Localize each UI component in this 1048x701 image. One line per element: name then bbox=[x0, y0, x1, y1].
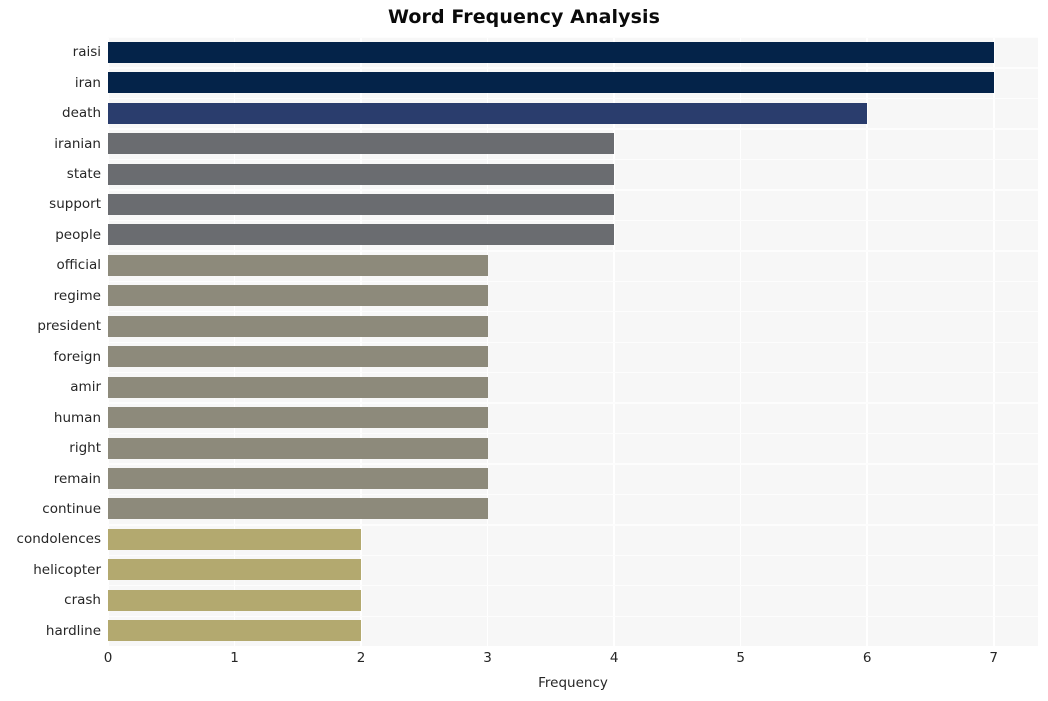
bar bbox=[108, 254, 488, 276]
x-axis-tick-label: 1 bbox=[230, 650, 239, 666]
bar bbox=[108, 315, 488, 337]
y-axis-tick-label: regime bbox=[53, 287, 101, 304]
bar bbox=[108, 528, 362, 550]
bar bbox=[108, 285, 488, 307]
y-gridline bbox=[108, 463, 1038, 465]
y-gridline bbox=[108, 311, 1038, 313]
y-axis-tick-label: hardline bbox=[45, 622, 101, 639]
y-axis-tick-label: helicopter bbox=[33, 561, 101, 578]
y-gridline bbox=[108, 189, 1038, 191]
bar bbox=[108, 72, 994, 94]
bar bbox=[108, 102, 868, 124]
x-axis-tick-label: 3 bbox=[483, 650, 492, 666]
bar bbox=[108, 498, 488, 520]
y-axis-tick-label: president bbox=[37, 318, 101, 335]
y-axis-tick-label: raisi bbox=[72, 44, 101, 61]
bar bbox=[108, 437, 488, 459]
bar bbox=[108, 468, 488, 490]
y-gridline bbox=[108, 432, 1038, 435]
plot-area bbox=[108, 37, 1038, 646]
y-gridline bbox=[108, 341, 1038, 343]
y-gridline bbox=[108, 554, 1038, 557]
y-axis-tick-label: foreign bbox=[53, 348, 101, 365]
y-gridline bbox=[108, 128, 1038, 130]
bar bbox=[108, 559, 362, 581]
y-axis-tick-label: crash bbox=[64, 592, 101, 609]
bar bbox=[108, 133, 615, 155]
y-axis-tick-label: support bbox=[49, 196, 101, 213]
y-gridline bbox=[108, 585, 1038, 587]
y-axis-tick-label: state bbox=[66, 166, 101, 183]
word-frequency-chart: Word Frequency Analysis raisi iran death ir… bbox=[0, 0, 1048, 701]
y-axis-tick-label: iran bbox=[74, 74, 101, 91]
y-axis-tick-labels: raisi iran death iranian state support people o… bbox=[0, 37, 101, 646]
x-axis-tick-label: 7 bbox=[989, 650, 998, 666]
y-gridline bbox=[108, 37, 1038, 39]
y-axis-tick-label: right bbox=[69, 440, 101, 457]
bar bbox=[108, 41, 994, 63]
y-gridline bbox=[108, 219, 1038, 222]
x-axis-tick-label: 6 bbox=[862, 650, 872, 666]
y-gridline bbox=[108, 524, 1038, 526]
y-gridline bbox=[108, 250, 1038, 252]
bar bbox=[108, 163, 615, 185]
y-gridline bbox=[108, 615, 1038, 617]
y-gridline bbox=[108, 158, 1038, 161]
y-gridline bbox=[108, 67, 1038, 69]
bar bbox=[108, 407, 488, 429]
y-axis-tick-label: death bbox=[62, 105, 101, 122]
y-gridline bbox=[108, 280, 1038, 282]
x-axis-tick-label: 4 bbox=[609, 650, 619, 666]
x-axis-title: Frequency bbox=[538, 675, 608, 691]
x-axis-tick-label: 5 bbox=[736, 650, 745, 666]
y-axis-tick-label: amir bbox=[70, 379, 101, 396]
bar bbox=[108, 224, 615, 246]
y-gridline bbox=[108, 402, 1038, 404]
y-axis-tick-label: human bbox=[53, 409, 101, 426]
y-axis-tick-label: continue bbox=[42, 500, 101, 517]
bar bbox=[108, 589, 362, 611]
bar bbox=[108, 620, 362, 642]
x-axis-tick-label: 2 bbox=[356, 650, 366, 666]
bar bbox=[108, 376, 488, 398]
y-gridline bbox=[108, 97, 1038, 100]
bar bbox=[108, 193, 615, 215]
x-axis-tick-labels: 0 1 2 3 4 5 6 7 bbox=[0, 650, 1048, 672]
y-axis-tick-label: people bbox=[55, 226, 101, 243]
chart-title: Word Frequency Analysis bbox=[387, 6, 661, 28]
y-gridline bbox=[108, 371, 1038, 374]
bar bbox=[108, 346, 488, 368]
y-axis-tick-label: condolences bbox=[16, 531, 101, 548]
y-axis-tick-label: iranian bbox=[54, 135, 101, 152]
x-axis-tick-label: 0 bbox=[103, 650, 113, 666]
y-axis-tick-label: remain bbox=[53, 470, 101, 487]
y-axis-tick-label: official bbox=[56, 257, 101, 274]
y-gridline bbox=[108, 493, 1038, 496]
